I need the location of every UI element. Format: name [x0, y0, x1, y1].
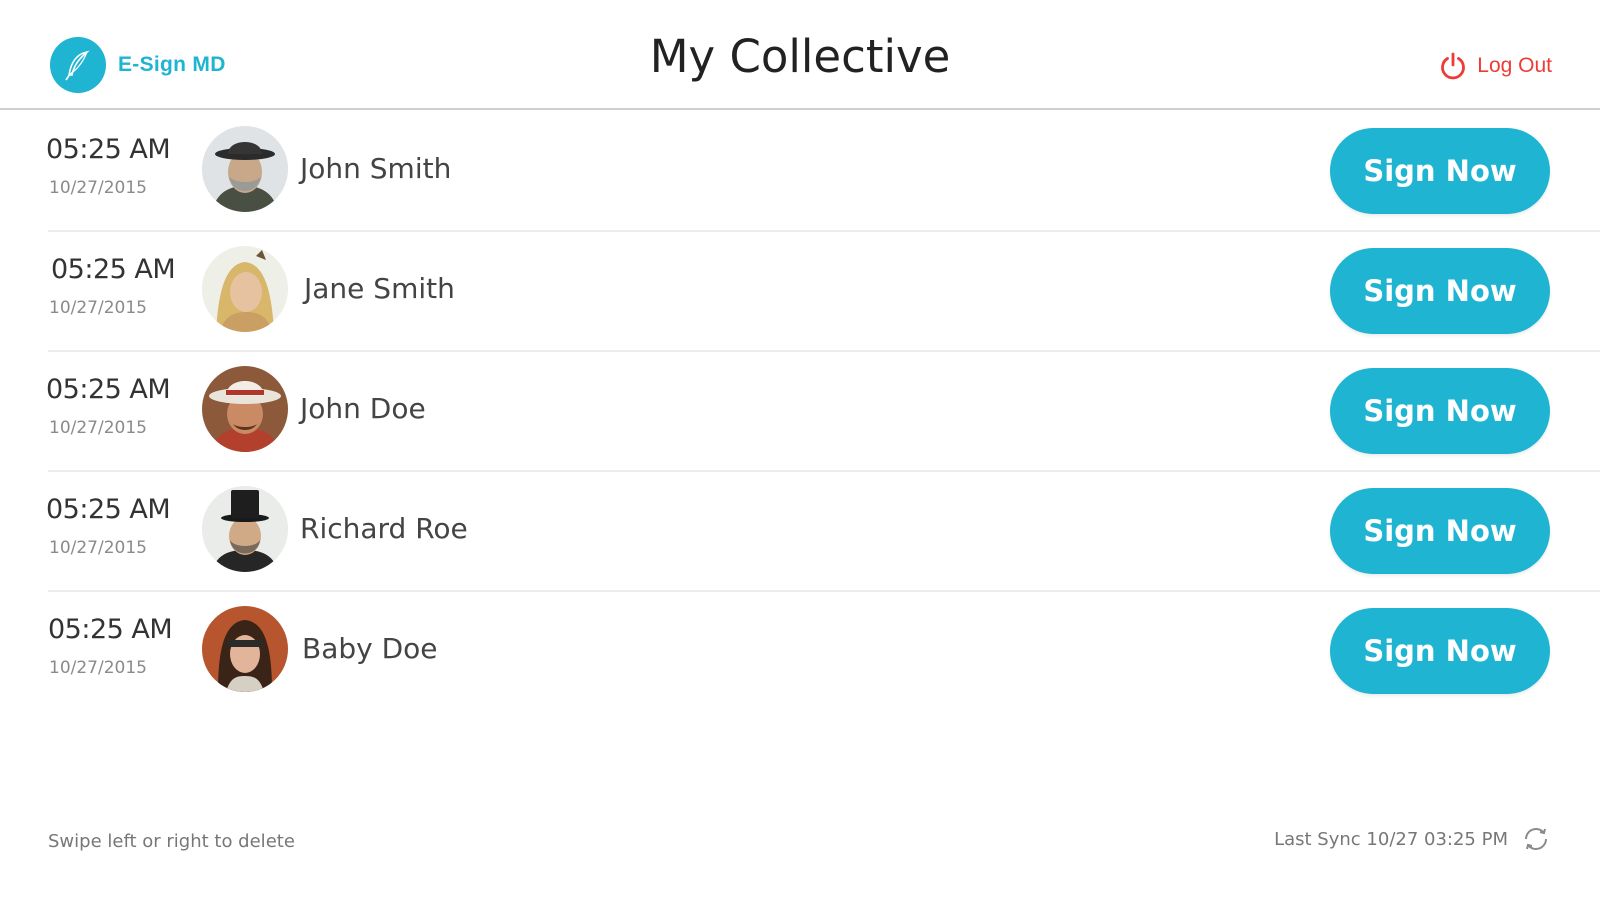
item-name: Richard Roe: [300, 512, 468, 545]
power-icon: [1437, 50, 1469, 82]
item-name: John Smith: [300, 152, 452, 185]
item-date: 10/27/2015: [49, 178, 147, 198]
sign-now-button[interactable]: Sign Now: [1330, 128, 1550, 214]
sign-now-button[interactable]: Sign Now: [1330, 608, 1550, 694]
item-date: 10/27/2015: [49, 298, 147, 318]
last-sync-text: Last Sync 10/27 03:25 PM: [1274, 828, 1508, 850]
list-item: 05:25 AM 10/27/2015 Jane Smith Sign Now: [0, 232, 1600, 352]
item-date: 10/27/2015: [49, 538, 147, 558]
logout-button[interactable]: Log Out: [1437, 50, 1552, 82]
item-time: 05:25 AM: [46, 494, 171, 525]
item-date: 10/27/2015: [49, 418, 147, 438]
logout-label: Log Out: [1477, 54, 1552, 77]
sync-refresh-icon[interactable]: [1520, 823, 1552, 855]
item-name: Jane Smith: [304, 272, 455, 305]
sign-now-button[interactable]: Sign Now: [1330, 248, 1550, 334]
item-time: 05:25 AM: [46, 374, 171, 405]
sign-now-button[interactable]: Sign Now: [1330, 488, 1550, 574]
page-title: My Collective: [649, 30, 951, 83]
sync-status: Last Sync 10/27 03:25 PM: [1274, 823, 1552, 855]
signer-list: 05:25 AM 10/27/2015 John Smith Sign Now …: [0, 112, 1600, 712]
item-time: 05:25 AM: [51, 254, 176, 285]
item-name: Baby Doe: [302, 632, 438, 665]
item-time: 05:25 AM: [48, 614, 173, 645]
item-name: John Doe: [300, 392, 426, 425]
person-top-hat-avatar: [202, 486, 288, 572]
list-item: 05:25 AM 10/27/2015 Richard Roe Sign Now: [0, 472, 1600, 592]
list-item: 05:25 AM 10/27/2015 Baby Doe Sign Now: [0, 592, 1600, 712]
sign-now-button[interactable]: Sign Now: [1330, 368, 1550, 454]
list-item: 05:25 AM 10/27/2015 John Smith Sign Now: [0, 112, 1600, 232]
item-time: 05:25 AM: [46, 134, 171, 165]
item-date: 10/27/2015: [49, 658, 147, 678]
person-headband-avatar: [202, 606, 288, 692]
person-blonde-avatar: [202, 246, 288, 332]
person-cowboy-hat-avatar: [202, 366, 288, 452]
person-hat-beard-avatar: [202, 126, 288, 212]
delete-hint: Swipe left or right to delete: [48, 831, 295, 852]
list-item: 05:25 AM 10/27/2015 John Doe Sign Now: [0, 352, 1600, 472]
app-header: E-Sign MD My Collective Log Out: [0, 0, 1600, 110]
